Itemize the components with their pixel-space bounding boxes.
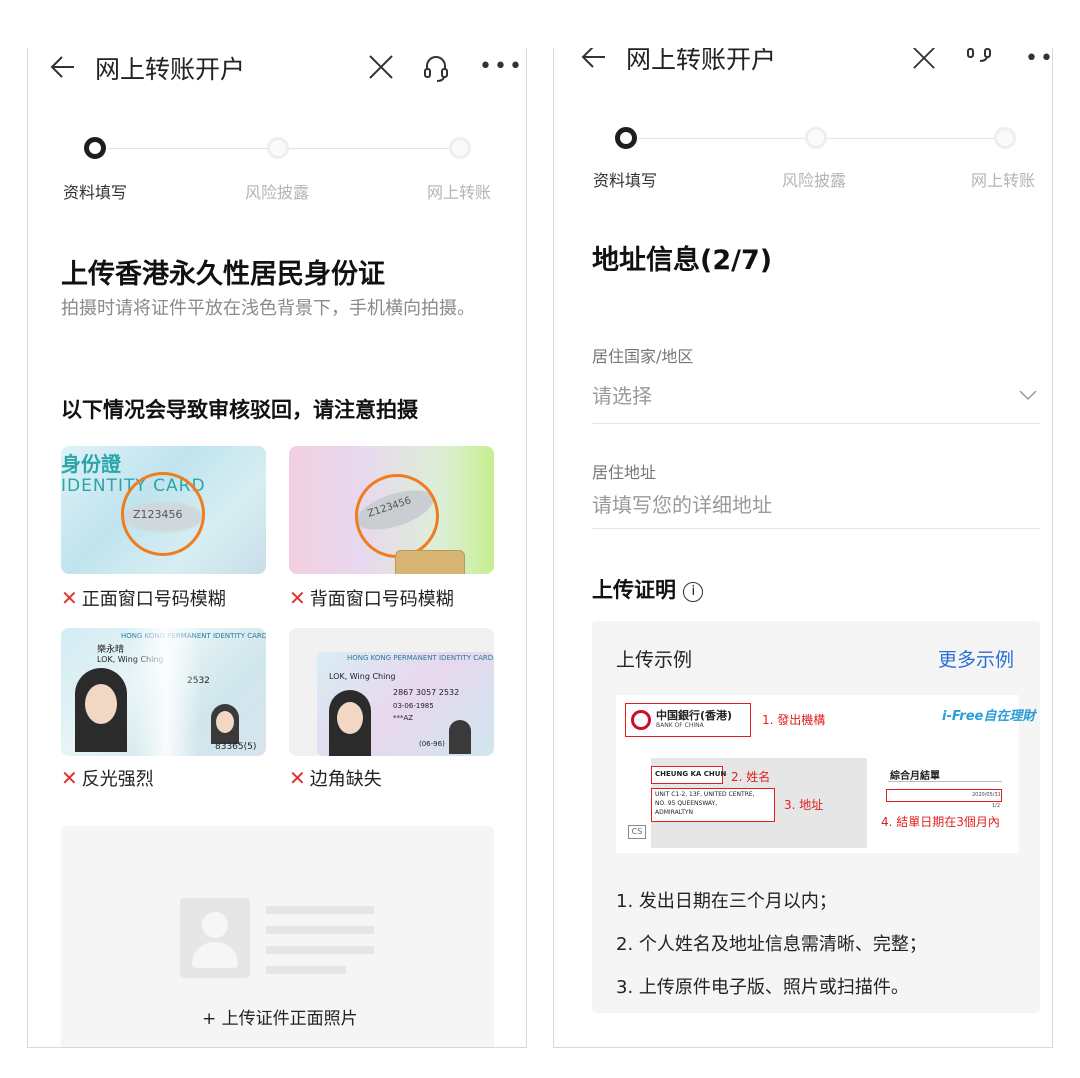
step-label-1: 资料填写 [593, 171, 658, 190]
example-label-2: ✕ 背面窗口号码模糊 [289, 586, 454, 610]
address-label: 居住地址 [592, 463, 657, 482]
headset-icon[interactable] [966, 48, 992, 74]
chip [395, 550, 465, 574]
page-title: 网上转账开户 [95, 55, 246, 84]
step-label-3: 网上转账 [971, 171, 1036, 190]
rule-1: 1. 发出日期在三个月以内； [616, 891, 837, 912]
close-icon[interactable] [911, 48, 937, 74]
step-label-2: 风险披露 [245, 183, 310, 202]
highlight-circle [121, 472, 205, 556]
step-dot-2 [267, 137, 289, 159]
info-icon[interactable]: i [683, 582, 704, 602]
example-missing-corner: HONG KONG PERMANENT IDENTITY CARD LOK, W… [289, 628, 494, 756]
example-label-4: ✕ 边角缺失 [289, 766, 382, 790]
address-info-screen: 网上转账开户 ••• 资料填写 风险披露 网上转账 地址信息(2/7) 居住国家… [553, 48, 1053, 1048]
step-dot-1 [84, 137, 106, 159]
example-label-1: ✕ 正面窗口号码模糊 [61, 586, 226, 610]
example-strong-reflection: HONG KONG PERMANENT IDENTITY CARD 樂永晴 LO… [61, 628, 266, 756]
upload-heading: 上传香港永久性居民身份证 [61, 259, 385, 290]
upload-subtitle: 拍摄时请将证件平放在浅色背景下，手机横向拍摄。 [61, 298, 475, 319]
upload-front-label[interactable]: + 上传证件正面照片 [202, 1004, 358, 1029]
example-back-window-blurry: Z123456 [289, 446, 494, 574]
sample-statement-image: 中国銀行(香港) BANK OF CHINA 1. 發出機構 i-Free自在理… [616, 695, 1035, 853]
step-label-3: 网上转账 [427, 183, 492, 202]
address-heading: 地址信息(2/7) [592, 245, 773, 276]
country-select[interactable]: 请选择 [592, 380, 652, 409]
upload-proof-title: 上传证明 i [592, 574, 704, 604]
step-dot-2 [805, 127, 827, 149]
warning-title: 以下情况会导致审核驳回，请注意拍摄 [61, 398, 418, 422]
back-arrow-icon[interactable] [579, 48, 609, 78]
highlight-circle [355, 474, 439, 558]
step-label-2: 风险披露 [782, 171, 847, 190]
example-label-3: ✕ 反光强烈 [61, 766, 154, 790]
step-dot-3 [449, 137, 471, 159]
upload-example-card: 上传示例 更多示例 中国銀行(香港) BANK OF CHINA 1. 發出機構… [592, 621, 1040, 1013]
rule-3: 3. 上传原件电子版、照片或扫描件。 [616, 977, 909, 998]
step-label-1: 资料填写 [63, 183, 128, 202]
more-icon[interactable]: ••• [479, 54, 524, 79]
address-input[interactable]: 请填写您的详细地址 [592, 489, 772, 518]
id-card-placeholder-icon [180, 898, 250, 978]
headset-icon[interactable] [423, 54, 449, 86]
close-icon[interactable] [368, 54, 394, 84]
id-upload-screen: 网上转账开户 ••• 资料填写 风险披露 网上转账 上传香港永久性居民身份证 拍… [27, 48, 527, 1048]
step-dot-3 [994, 127, 1016, 149]
step-dot-1 [615, 127, 637, 149]
example-front-window-blurry: 身份證 IDENTITY CARD Z123456 [61, 446, 266, 574]
more-icon[interactable]: ••• [1025, 48, 1052, 71]
country-label: 居住国家/地区 [592, 347, 694, 366]
example-title: 上传示例 [616, 649, 693, 671]
more-examples-link[interactable]: 更多示例 [938, 645, 1014, 672]
back-arrow-icon[interactable] [48, 52, 78, 88]
chevron-down-icon[interactable] [1018, 386, 1038, 405]
rule-2: 2. 个人姓名及地址信息需清晰、完整； [616, 934, 927, 955]
glare [131, 628, 201, 756]
page-title: 网上转账开户 [626, 48, 777, 74]
boc-logo-icon [631, 710, 651, 730]
upload-front-photo-area[interactable]: + 上传证件正面照片 [61, 826, 494, 1047]
